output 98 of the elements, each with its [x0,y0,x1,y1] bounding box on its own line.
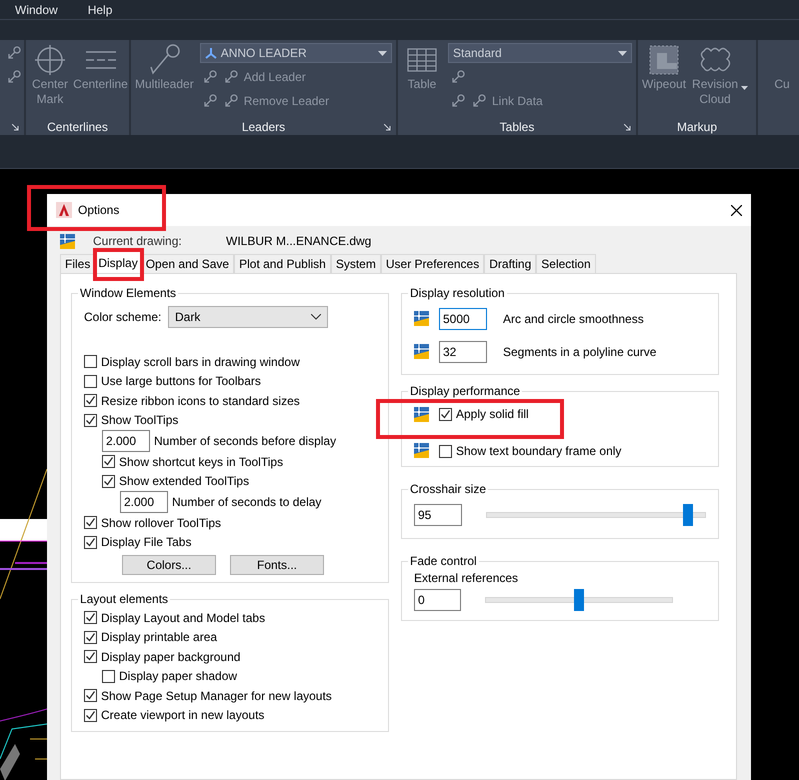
caret-icon[interactable] [741,86,748,90]
style-dropdown[interactable]: ANNO LEADER [200,43,392,63]
checkbox[interactable] [84,650,97,664]
number-field[interactable]: 32 [439,340,487,362]
group-title: Fade control [409,554,478,568]
checkbox[interactable] [84,689,97,702]
tool-icon[interactable] [222,69,239,85]
tool-icon[interactable] [202,69,218,85]
option-label: Display File Tabs [101,535,192,550]
window-title: Options [78,203,120,217]
group-title: Display resolution [409,286,506,300]
checkbox[interactable] [102,455,115,468]
option-label: Apply solid fill [456,407,529,421]
display-setting-icon [414,344,429,359]
number-field[interactable]: 0 [414,589,461,611]
current-drawing-name: WILBUR M...ENANCE.dwg [226,234,372,248]
tool-icon[interactable] [222,93,239,109]
group-title: Display performance [409,384,522,398]
checkbox[interactable] [84,708,97,722]
tool-icon[interactable] [450,93,466,109]
option-label: Number of seconds to delay [172,495,322,509]
menu-item[interactable]: Window [15,2,58,16]
panel-title: Tables [500,120,534,134]
option-label: Display Layout and Model tabs [101,610,266,625]
close-icon[interactable] [731,204,742,216]
style-dropdown[interactable]: Standard [448,43,632,63]
checkbox[interactable] [439,408,452,420]
tab[interactable]: System [330,254,381,273]
app-logo-icon [56,202,72,218]
panel-title: Centerlines [47,120,108,134]
tool-icon[interactable] [471,93,487,109]
number-field[interactable]: 95 [414,504,462,526]
checkbox[interactable] [84,630,97,644]
menu-item[interactable]: Help [88,2,112,16]
number-field[interactable]: 5000 [439,308,487,330]
option-label: External references [414,571,518,585]
tab[interactable]: Files [60,254,96,273]
option-label: Create viewport in new layouts [101,708,264,722]
display-setting-icon [414,406,429,422]
option-label: Number of seconds before display [154,434,336,448]
tab[interactable]: Drafting [484,254,536,273]
tab[interactable]: Plot and Publish [234,254,331,273]
option-label: Display paper shadow [119,669,238,684]
option-label: Display paper background [101,650,240,664]
checkbox[interactable] [84,355,97,368]
option-label: Use large buttons for Toolbars [101,374,261,388]
current-drawing-label: Current drawing: [93,234,183,248]
caret-icon [618,50,627,56]
option-label: Show shortcut keys in ToolTips [119,454,284,469]
hatched-square-icon [647,43,682,77]
panel-title: Leaders [242,120,286,134]
checkbox[interactable] [84,394,97,408]
display-setting-icon [414,443,429,458]
tab[interactable]: Selection [536,254,596,273]
option-label: Show rollover ToolTips [101,516,222,530]
dialog-button[interactable]: Fonts... [230,555,324,575]
checkbox[interactable] [84,516,97,530]
option-label: Display printable area [101,630,218,644]
checkbox[interactable] [102,670,115,683]
slider-thumb[interactable] [574,589,584,611]
caret-icon [378,50,387,56]
dialog-button[interactable]: Colors... [122,555,216,575]
crosshair-circle-icon [33,43,67,77]
option-label: Show text boundary frame only [456,444,622,458]
color-scheme-select[interactable]: Dark [168,306,328,328]
option-label: Show Page Setup Manager for new layouts [101,688,332,703]
number-field[interactable]: 2.000 [120,491,168,513]
option-label: Resize ribbon icons to standard sizes [101,394,300,408]
option-label: Show ToolTips [101,413,178,428]
chevron-down-icon [311,314,321,320]
display-setting-icon [414,311,429,326]
display-setting-icon [60,234,75,248]
number-field[interactable]: 2.000 [102,430,150,452]
option-label: Display scroll bars in drawing window [101,354,300,369]
group-title: Window Elements [79,286,178,300]
tool-icon[interactable] [6,69,22,85]
leader-style-icon [204,47,217,59]
tool-icon[interactable] [450,69,466,85]
option-label: Arc and circle smoothness [503,312,644,326]
checkbox[interactable] [439,444,452,458]
tool-icon[interactable] [6,45,22,61]
checkbox[interactable] [84,374,97,388]
group-title: Crosshair size [409,482,488,496]
group-title: Layout elements [79,592,170,606]
launcher-icon[interactable] [384,124,391,131]
tab[interactable]: User Preferences [380,254,484,273]
option-label: Segments in a polyline curve [503,344,656,358]
checkbox[interactable] [102,474,115,488]
checkbox[interactable] [84,536,97,549]
slider-thumb[interactable] [682,504,693,526]
checkbox[interactable] [84,611,97,624]
panel-title: Markup [676,120,717,134]
launcher-icon[interactable] [12,124,19,131]
checkbox[interactable] [84,414,97,427]
launcher-icon[interactable] [624,124,631,131]
tool-icon[interactable] [202,93,218,109]
color-scheme-label: Color scheme: [84,310,162,324]
option-label: Show extended ToolTips [119,474,250,488]
